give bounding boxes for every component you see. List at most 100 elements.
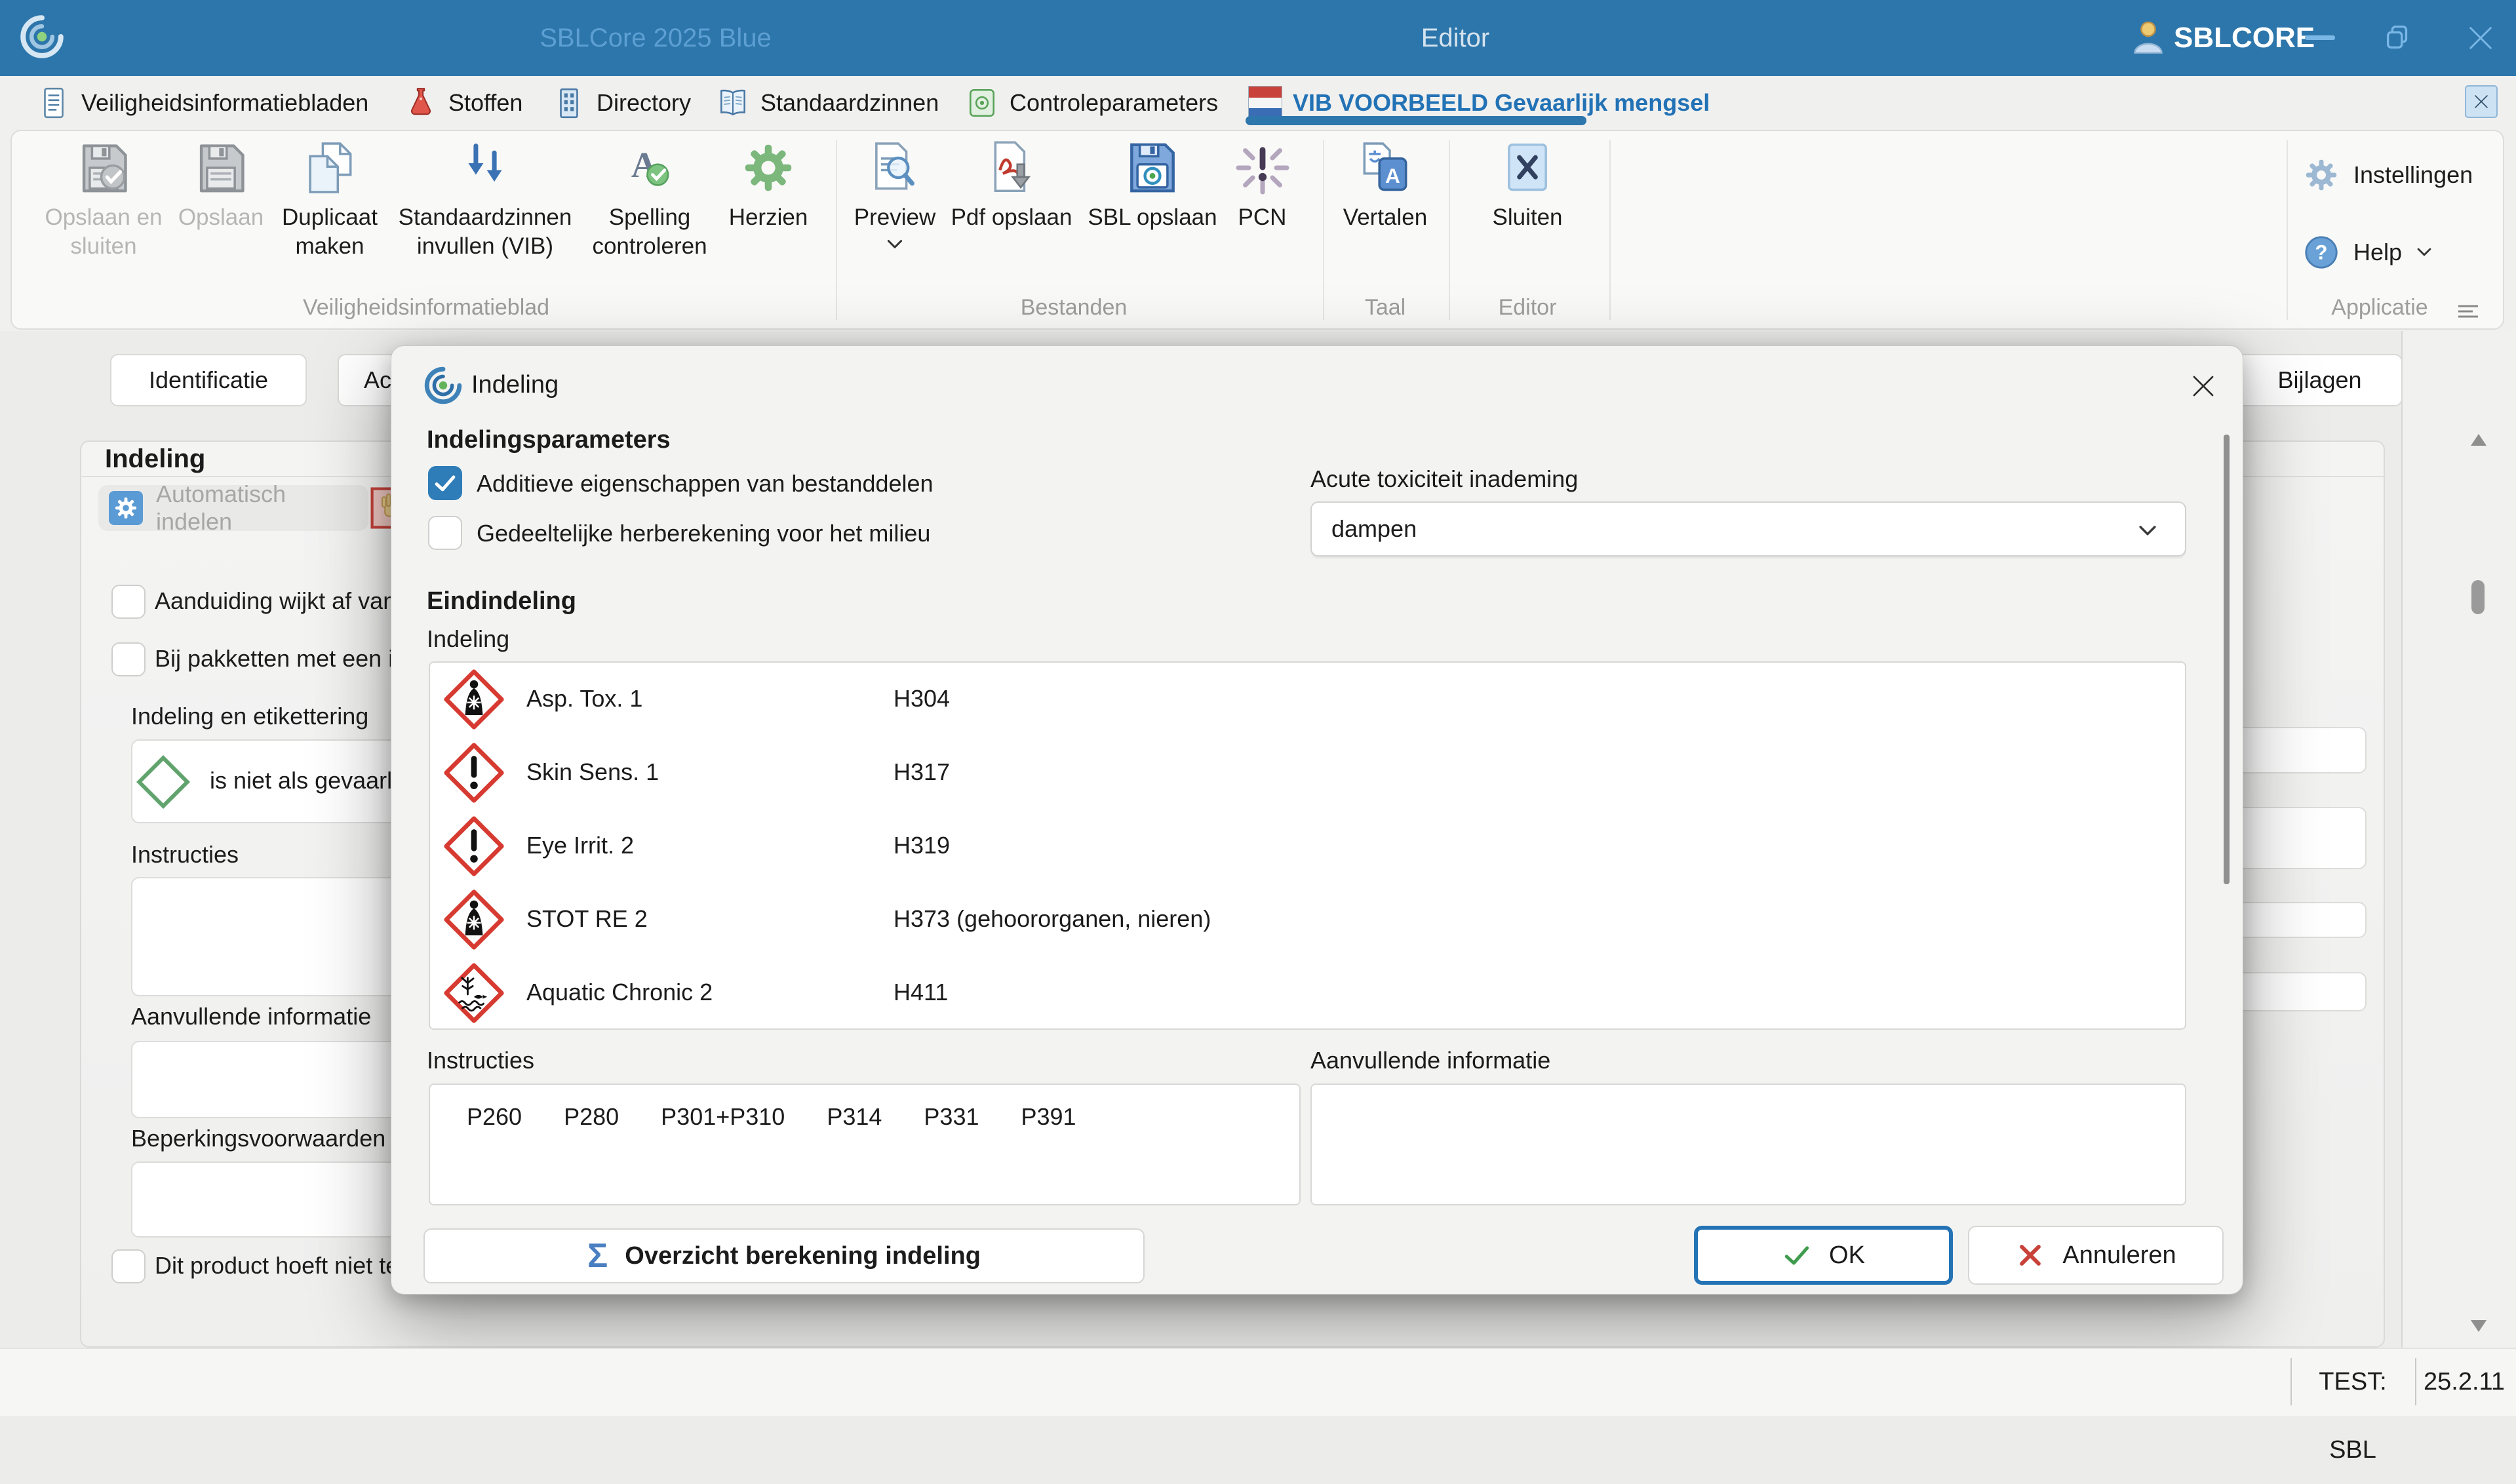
p-codes-box[interactable]: P260 P280 P301+P310 P314 P331 P391 [429, 1084, 1301, 1205]
chevron-down-icon [885, 235, 905, 254]
status-environment: TEST: SBL [2298, 1348, 2408, 1416]
ok-button[interactable]: OK [1694, 1226, 1953, 1285]
page-tab-identificatie[interactable]: Identificatie [110, 354, 307, 406]
page-tab-bijlagen[interactable]: Bijlagen [2237, 354, 2403, 406]
tab-label: Standaardzinnen [760, 89, 939, 117]
tab-label: Veiligheidsinformatiebladen [81, 89, 368, 117]
classification-name: Eye Irrit. 2 [526, 832, 634, 859]
dialog-title: Indeling [471, 371, 559, 399]
p-code: P314 [827, 1103, 882, 1204]
check-icon [433, 471, 458, 496]
scroll-up-arrow[interactable] [2470, 433, 2487, 447]
preview-button[interactable]: Preview [842, 139, 947, 261]
product-checkbox[interactable] [111, 1249, 146, 1283]
indeling-dialog: Indeling Indelingsparameters Additieve e… [391, 345, 2243, 1295]
translate-icon [1356, 139, 1414, 197]
dutch-flag-icon [1248, 86, 1282, 120]
statusbar [0, 1348, 2516, 1416]
save-sbl-button[interactable]: SBL opslaan [1071, 139, 1234, 232]
sbl-save-icon [1124, 139, 1181, 197]
scroll-down-arrow[interactable] [2470, 1319, 2487, 1333]
classification-hcode: H411 [894, 979, 948, 1006]
packages-label: Bij pakketten met een in [155, 645, 406, 673]
tab-label: Controleparameters [1010, 89, 1218, 117]
classification-hcode: H304 [894, 685, 950, 713]
help-icon [2302, 233, 2340, 271]
window-scrollbar-thumb[interactable] [2471, 580, 2485, 614]
tab-directory[interactable]: Directory [552, 80, 691, 126]
ribbon-group-label: Bestanden [975, 295, 1172, 324]
p-code: P301+P310 [661, 1103, 785, 1204]
account-name[interactable]: SBLCORE [2174, 0, 2315, 76]
cancel-button[interactable]: Annuleren [1968, 1226, 2224, 1285]
classification-hcode: H319 [894, 832, 950, 859]
designation-label: Aanduiding wijkt af van i [155, 587, 408, 615]
restore-button[interactable] [2382, 22, 2414, 54]
acute-toxicity-select[interactable]: dampen [1310, 501, 2186, 556]
labeling-label: Indeling en etikettering [131, 703, 368, 730]
p-code: P331 [924, 1103, 979, 1204]
partial-recalc-label: Gedeeltelijke herberekening voor het mil… [477, 520, 930, 547]
tab-label: VIB VOORBEELD Gevaarlijk mengsel [1293, 89, 1710, 117]
preview-icon [866, 139, 924, 197]
dialog-additional-box[interactable] [1310, 1084, 2186, 1205]
dialog-scrollbar[interactable] [2224, 435, 2230, 884]
classification-row[interactable]: Asp. Tox. 1 H304 [430, 663, 2185, 736]
classification-row[interactable]: Aquatic Chronic 2 H411 [430, 956, 2185, 1030]
save-and-close-button[interactable]: Opslaan en sluiten [28, 139, 179, 261]
classification-row[interactable]: Eye Irrit. 2 H319 [430, 810, 2185, 883]
dialog-close-button[interactable] [2189, 372, 2218, 400]
p-code: P260 [467, 1103, 522, 1204]
dialog-instructions-label: Instructies [427, 1047, 534, 1074]
settings-button[interactable]: Instellingen [2302, 156, 2473, 194]
packages-checkbox[interactable] [111, 642, 146, 676]
designation-checkbox[interactable] [111, 585, 146, 619]
app-title: SBLCore 2025 Blue [498, 0, 813, 76]
additive-checkbox[interactable] [428, 466, 462, 500]
translate-button[interactable]: Vertalen [1329, 139, 1441, 232]
window-title: Editor [1377, 0, 1534, 76]
minimize-button[interactable] [2305, 35, 2335, 40]
final-heading: Eindindeling [427, 587, 576, 615]
params-heading: Indelingsparameters [427, 426, 671, 454]
status-divider [2415, 1358, 2416, 1405]
spellcheck-icon [621, 139, 678, 197]
not-hazardous-text: is niet als gevaarlij [210, 767, 403, 794]
tab-standaardzinnen[interactable]: Standaardzinnen [716, 80, 939, 126]
substances-flask-icon [404, 86, 438, 120]
close-window-button[interactable] [2465, 22, 2496, 54]
group-options-icon[interactable] [2457, 303, 2479, 320]
classification-list[interactable]: Asp. Tox. 1 H304 Skin Sens. 1 H317 Eye I… [429, 661, 2186, 1030]
tab-veiligheidsinformatiebladen[interactable]: Veiligheidsinformatiebladen [37, 80, 368, 126]
pcn-button[interactable]: PCN [1215, 139, 1310, 232]
partial-recalc-checkbox[interactable] [428, 516, 462, 550]
ghs-pictogram-icon [442, 741, 505, 804]
review-gear-icon [739, 139, 797, 197]
tab-stoffen[interactable]: Stoffen [404, 80, 522, 126]
directory-building-icon [552, 86, 586, 120]
duplicate-icon [301, 139, 359, 197]
save-pdf-button[interactable]: Pdf opslaan [933, 139, 1090, 232]
selected-value: dampen [1331, 515, 1417, 543]
user-avatar-icon[interactable] [2128, 17, 2169, 58]
p-code: P280 [564, 1103, 619, 1204]
restrictions-label: Beperkingsvoorwaarden [131, 1125, 385, 1152]
help-button[interactable]: Help [2302, 233, 2433, 271]
classification-row[interactable]: STOT RE 2 H373 (gehoororganen, nieren) [430, 883, 2185, 956]
close-tab-button[interactable] [2465, 85, 2498, 118]
additive-label: Additieve eigenschappen van bestanddelen [477, 470, 934, 498]
ribbon-group-label: Editor [1462, 295, 1593, 324]
chevron-down-icon [2136, 520, 2159, 542]
auto-classify-button[interactable]: Automatisch indelen [98, 485, 368, 531]
overview-calculation-button[interactable]: Σ Overzicht berekening indeling [423, 1228, 1145, 1283]
classification-row[interactable]: Skin Sens. 1 H317 [430, 736, 2185, 810]
tab-label: Directory [597, 89, 691, 117]
check-icon [1782, 1240, 1812, 1270]
group-separator [1609, 140, 1611, 320]
close-editor-button[interactable]: Sluiten [1462, 139, 1593, 232]
review-button[interactable]: Herzien [706, 139, 831, 232]
sds-document-icon [37, 86, 71, 120]
settings-gear-icon [2302, 156, 2340, 194]
ghs-pictogram-icon [442, 962, 505, 1025]
tab-controleparameters[interactable]: Controleparameters [965, 80, 1218, 126]
